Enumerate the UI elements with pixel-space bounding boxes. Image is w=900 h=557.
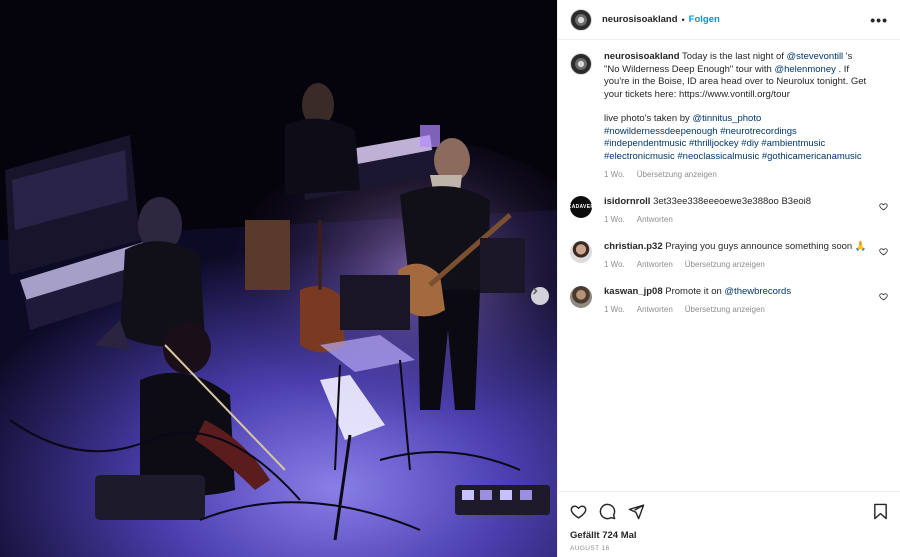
comment-meta: 1 Wo. Antworten Übersetzung anzeigen (604, 304, 870, 317)
reply-button[interactable]: Antworten (637, 259, 673, 272)
comment-meta: 1 Wo. Antworten (604, 214, 870, 227)
mention-link[interactable]: @tinnitus_photo (692, 113, 761, 124)
comment-icon (599, 503, 616, 519)
timestamp: 1 Wo. (604, 170, 625, 179)
caption-body: neurosisoakland Today is the last night … (604, 51, 888, 182)
chevron-right-icon (533, 287, 538, 295)
comment-like-button[interactable] (879, 202, 888, 214)
caption-text: neurosisoakland Today is the last night … (604, 51, 870, 101)
mention-link[interactable]: @stevevontill (787, 51, 844, 62)
avatar[interactable]: CADAVER (567, 195, 595, 218)
avatar[interactable] (570, 53, 592, 75)
hashtags[interactable]: #nowildernessdeepenough #neurotrecording… (604, 126, 870, 164)
heart-icon (570, 504, 587, 519)
timestamp: 1 Wo. (604, 260, 625, 269)
see-translation-button[interactable]: Übersetzung anzeigen (637, 169, 717, 182)
comment-username[interactable]: isidornroll (604, 196, 650, 207)
caption-text-part: live photo's taken by (604, 113, 693, 124)
mention-link[interactable]: @thewbrecords (724, 286, 791, 297)
see-translation-button[interactable]: Übersetzung anzeigen (685, 259, 765, 272)
comment-body: kaswan_jp08 Promote it on @thewbrecords … (604, 286, 888, 317)
mention-link[interactable]: @helenmoney (774, 64, 835, 75)
timestamp: 1 Wo. (604, 305, 625, 314)
comment-item: CADAVER isidornroll 3et33ee338eeeoewe3e3… (567, 195, 888, 227)
comment-button[interactable] (599, 503, 616, 520)
heart-icon (879, 292, 888, 300)
avatar[interactable] (570, 240, 592, 263)
bookmark-icon (874, 503, 887, 519)
reply-button[interactable]: Antworten (637, 304, 673, 317)
comment-body: isidornroll 3et33ee338eeeoewe3e388oo B3e… (604, 196, 888, 227)
caption-credits: live photo's taken by @tinnitus_photo (604, 113, 870, 126)
comment-username[interactable]: christian.p32 (604, 241, 663, 252)
caption-username[interactable]: neurosisoakland (604, 51, 680, 62)
comment-text: 3et33ee338eeeoewe3e388oo B3eoi8 (653, 195, 812, 207)
share-button[interactable] (628, 503, 645, 520)
action-bar (570, 501, 888, 521)
avatar[interactable] (570, 285, 592, 308)
comment-item: kaswan_jp08 Promote it on @thewbrecords … (570, 285, 888, 317)
concert-photo-illustration (0, 0, 557, 557)
send-icon (628, 503, 645, 519)
follow-button[interactable]: Folgen (689, 14, 720, 25)
post-caption: neurosisoakland Today is the last night … (570, 51, 888, 182)
next-photo-button[interactable] (531, 287, 549, 305)
post-sidebar: neurosisoakland • Folgen ••• neurosisoak… (557, 0, 900, 557)
comments-list[interactable]: neurosisoakland Today is the last night … (558, 41, 900, 491)
caption-meta: 1 Wo. Übersetzung anzeigen (604, 169, 870, 182)
separator-dot: • (681, 14, 685, 25)
like-count[interactable]: Gefällt 724 Mal (570, 530, 888, 541)
post-header: neurosisoakland • Folgen ••• (558, 0, 900, 40)
comment-item: christian.p32 Praying you guys announce … (570, 240, 888, 272)
post-actions: Gefällt 724 Mal AUGUST 16 (558, 491, 900, 552)
post-date: AUGUST 16 (570, 545, 610, 552)
save-button[interactable] (873, 503, 888, 520)
comment-meta: 1 Wo. Antworten Übersetzung anzeigen (604, 259, 870, 272)
reply-button[interactable]: Antworten (637, 214, 673, 227)
comment-text: Praying you guys announce something soon… (665, 240, 867, 252)
comment-like-button[interactable] (879, 292, 888, 304)
comment-body: christian.p32 Praying you guys announce … (604, 241, 888, 272)
comment-username[interactable]: kaswan_jp08 (604, 286, 663, 297)
timestamp: 1 Wo. (604, 215, 625, 224)
heart-icon (879, 247, 888, 255)
comment-text: Promote it on (665, 285, 725, 297)
avatar-logo-text: CADAVER (567, 203, 595, 210)
like-button[interactable] (570, 503, 587, 520)
post-photo[interactable] (0, 0, 557, 557)
heart-icon (879, 202, 888, 210)
post-username[interactable]: neurosisoakland (602, 14, 678, 25)
caption-text-part: Today is the last night of (681, 51, 787, 62)
comment-like-button[interactable] (879, 247, 888, 259)
more-options-button[interactable]: ••• (870, 12, 888, 28)
avatar[interactable] (570, 8, 592, 31)
see-translation-button[interactable]: Übersetzung anzeigen (685, 304, 765, 317)
